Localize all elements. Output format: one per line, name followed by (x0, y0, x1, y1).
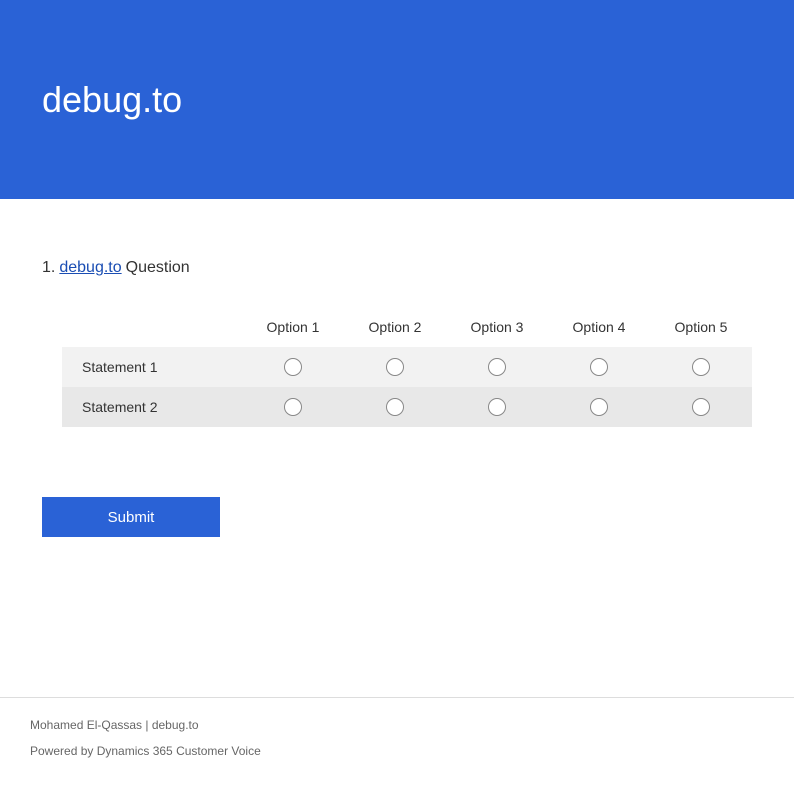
radio-input[interactable] (488, 358, 506, 376)
option-header: Option 3 (446, 319, 548, 335)
question-link[interactable]: debug.to (59, 259, 121, 277)
radio-input[interactable] (284, 358, 302, 376)
radio-cell (242, 358, 344, 376)
footer-powered-by: Powered by Dynamics 365 Customer Voice (30, 744, 764, 758)
question-header: 1. debug.to Question (42, 259, 752, 277)
option-header: Option 5 (650, 319, 752, 335)
radio-input[interactable] (284, 398, 302, 416)
question-text: Question (126, 259, 190, 277)
radio-cell (446, 358, 548, 376)
option-header: Option 1 (242, 319, 344, 335)
radio-input[interactable] (692, 398, 710, 416)
radio-cell (344, 358, 446, 376)
radio-cell (548, 398, 650, 416)
footer-prefix: Powered by (30, 744, 97, 758)
radio-input[interactable] (692, 358, 710, 376)
question-number: 1. (42, 259, 55, 277)
radio-cell (446, 398, 548, 416)
radio-cell (650, 358, 752, 376)
submit-section: Submit (42, 497, 752, 537)
radio-cell (650, 398, 752, 416)
radio-input[interactable] (590, 358, 608, 376)
matrix-header-row: Option 1 Option 2 Option 3 Option 4 Opti… (62, 307, 752, 347)
radio-cell (548, 358, 650, 376)
matrix-row: Statement 1 (62, 347, 752, 387)
option-header: Option 4 (548, 319, 650, 335)
radio-cell (344, 398, 446, 416)
radio-input[interactable] (488, 398, 506, 416)
footer-author: Mohamed El-Qassas | debug.to (30, 718, 764, 732)
radio-input[interactable] (386, 398, 404, 416)
statement-label: Statement 2 (62, 399, 242, 415)
form-footer: Mohamed El-Qassas | debug.to Powered by … (0, 697, 794, 790)
radio-input[interactable] (386, 358, 404, 376)
form-header: debug.to (0, 0, 794, 199)
radio-input[interactable] (590, 398, 608, 416)
form-title: debug.to (42, 79, 182, 121)
radio-cell (242, 398, 344, 416)
statement-label: Statement 1 (62, 359, 242, 375)
form-content: 1. debug.to Question Option 1 Option 2 O… (0, 199, 794, 577)
footer-link[interactable]: Dynamics 365 Customer Voice (97, 744, 261, 758)
likert-matrix: Option 1 Option 2 Option 3 Option 4 Opti… (62, 307, 752, 427)
option-header: Option 2 (344, 319, 446, 335)
submit-button[interactable]: Submit (42, 497, 220, 537)
matrix-row: Statement 2 (62, 387, 752, 427)
